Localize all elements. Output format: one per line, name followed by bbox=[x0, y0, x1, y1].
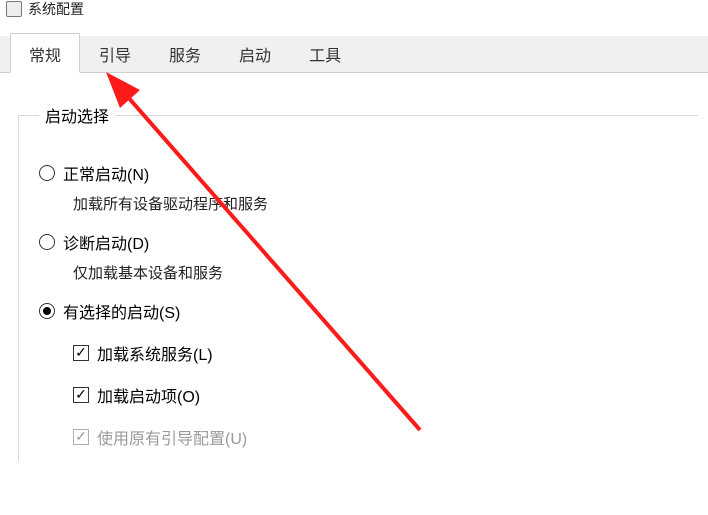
checkbox-load-startup-items[interactable]: 加载启动项(O) bbox=[73, 383, 686, 407]
checkbox-use-original-boot-config: 使用原有引导配置(U) bbox=[73, 425, 686, 449]
checkbox-label: 加载启动项(O) bbox=[97, 383, 200, 407]
tab-content-general: 启动选择 正常启动(N) 加载所有设备驱动程序和服务 诊断启动(D) 仅加载基本… bbox=[0, 73, 708, 471]
checkbox-icon bbox=[73, 429, 89, 445]
checkbox-label: 使用原有引导配置(U) bbox=[97, 425, 247, 449]
option-desc-diagnostic: 仅加载基本设备和服务 bbox=[73, 262, 686, 283]
tab-label: 引导 bbox=[99, 48, 131, 65]
checkbox-icon bbox=[73, 345, 89, 361]
app-icon bbox=[6, 1, 22, 17]
radio-icon bbox=[39, 234, 55, 250]
radio-label: 有选择的启动(S) bbox=[63, 299, 180, 323]
checkbox-load-system-services[interactable]: 加载系统服务(L) bbox=[73, 341, 686, 365]
tab-label: 服务 bbox=[169, 48, 201, 65]
tab-tools[interactable]: 工具 bbox=[290, 33, 360, 73]
radio-icon bbox=[39, 303, 55, 319]
radio-icon bbox=[39, 165, 55, 181]
tab-label: 启动 bbox=[239, 48, 271, 65]
window-title: 系统配置 bbox=[28, 0, 84, 19]
radio-selective-startup[interactable]: 有选择的启动(S) bbox=[39, 299, 686, 323]
tab-label: 常规 bbox=[29, 48, 61, 65]
group-title: 启动选择 bbox=[39, 103, 115, 127]
radio-normal-startup[interactable]: 正常启动(N) bbox=[39, 161, 686, 185]
tab-label: 工具 bbox=[309, 48, 341, 65]
radio-diagnostic-startup[interactable]: 诊断启动(D) bbox=[39, 230, 686, 254]
tab-general[interactable]: 常规 bbox=[10, 33, 80, 73]
tab-services[interactable]: 服务 bbox=[150, 33, 220, 73]
startup-selection-group: 启动选择 正常启动(N) 加载所有设备驱动程序和服务 诊断启动(D) 仅加载基本… bbox=[18, 103, 698, 461]
option-desc-normal: 加载所有设备驱动程序和服务 bbox=[73, 193, 686, 214]
tab-startup[interactable]: 启动 bbox=[220, 33, 290, 73]
tab-boot[interactable]: 引导 bbox=[80, 33, 150, 73]
radio-label: 正常启动(N) bbox=[63, 161, 149, 185]
checkbox-icon bbox=[73, 387, 89, 403]
tabs-bar: 常规 引导 服务 启动 工具 bbox=[0, 36, 708, 73]
radio-label: 诊断启动(D) bbox=[63, 230, 149, 254]
checkbox-label: 加载系统服务(L) bbox=[97, 341, 213, 365]
window-titlebar: 系统配置 bbox=[0, 0, 708, 18]
